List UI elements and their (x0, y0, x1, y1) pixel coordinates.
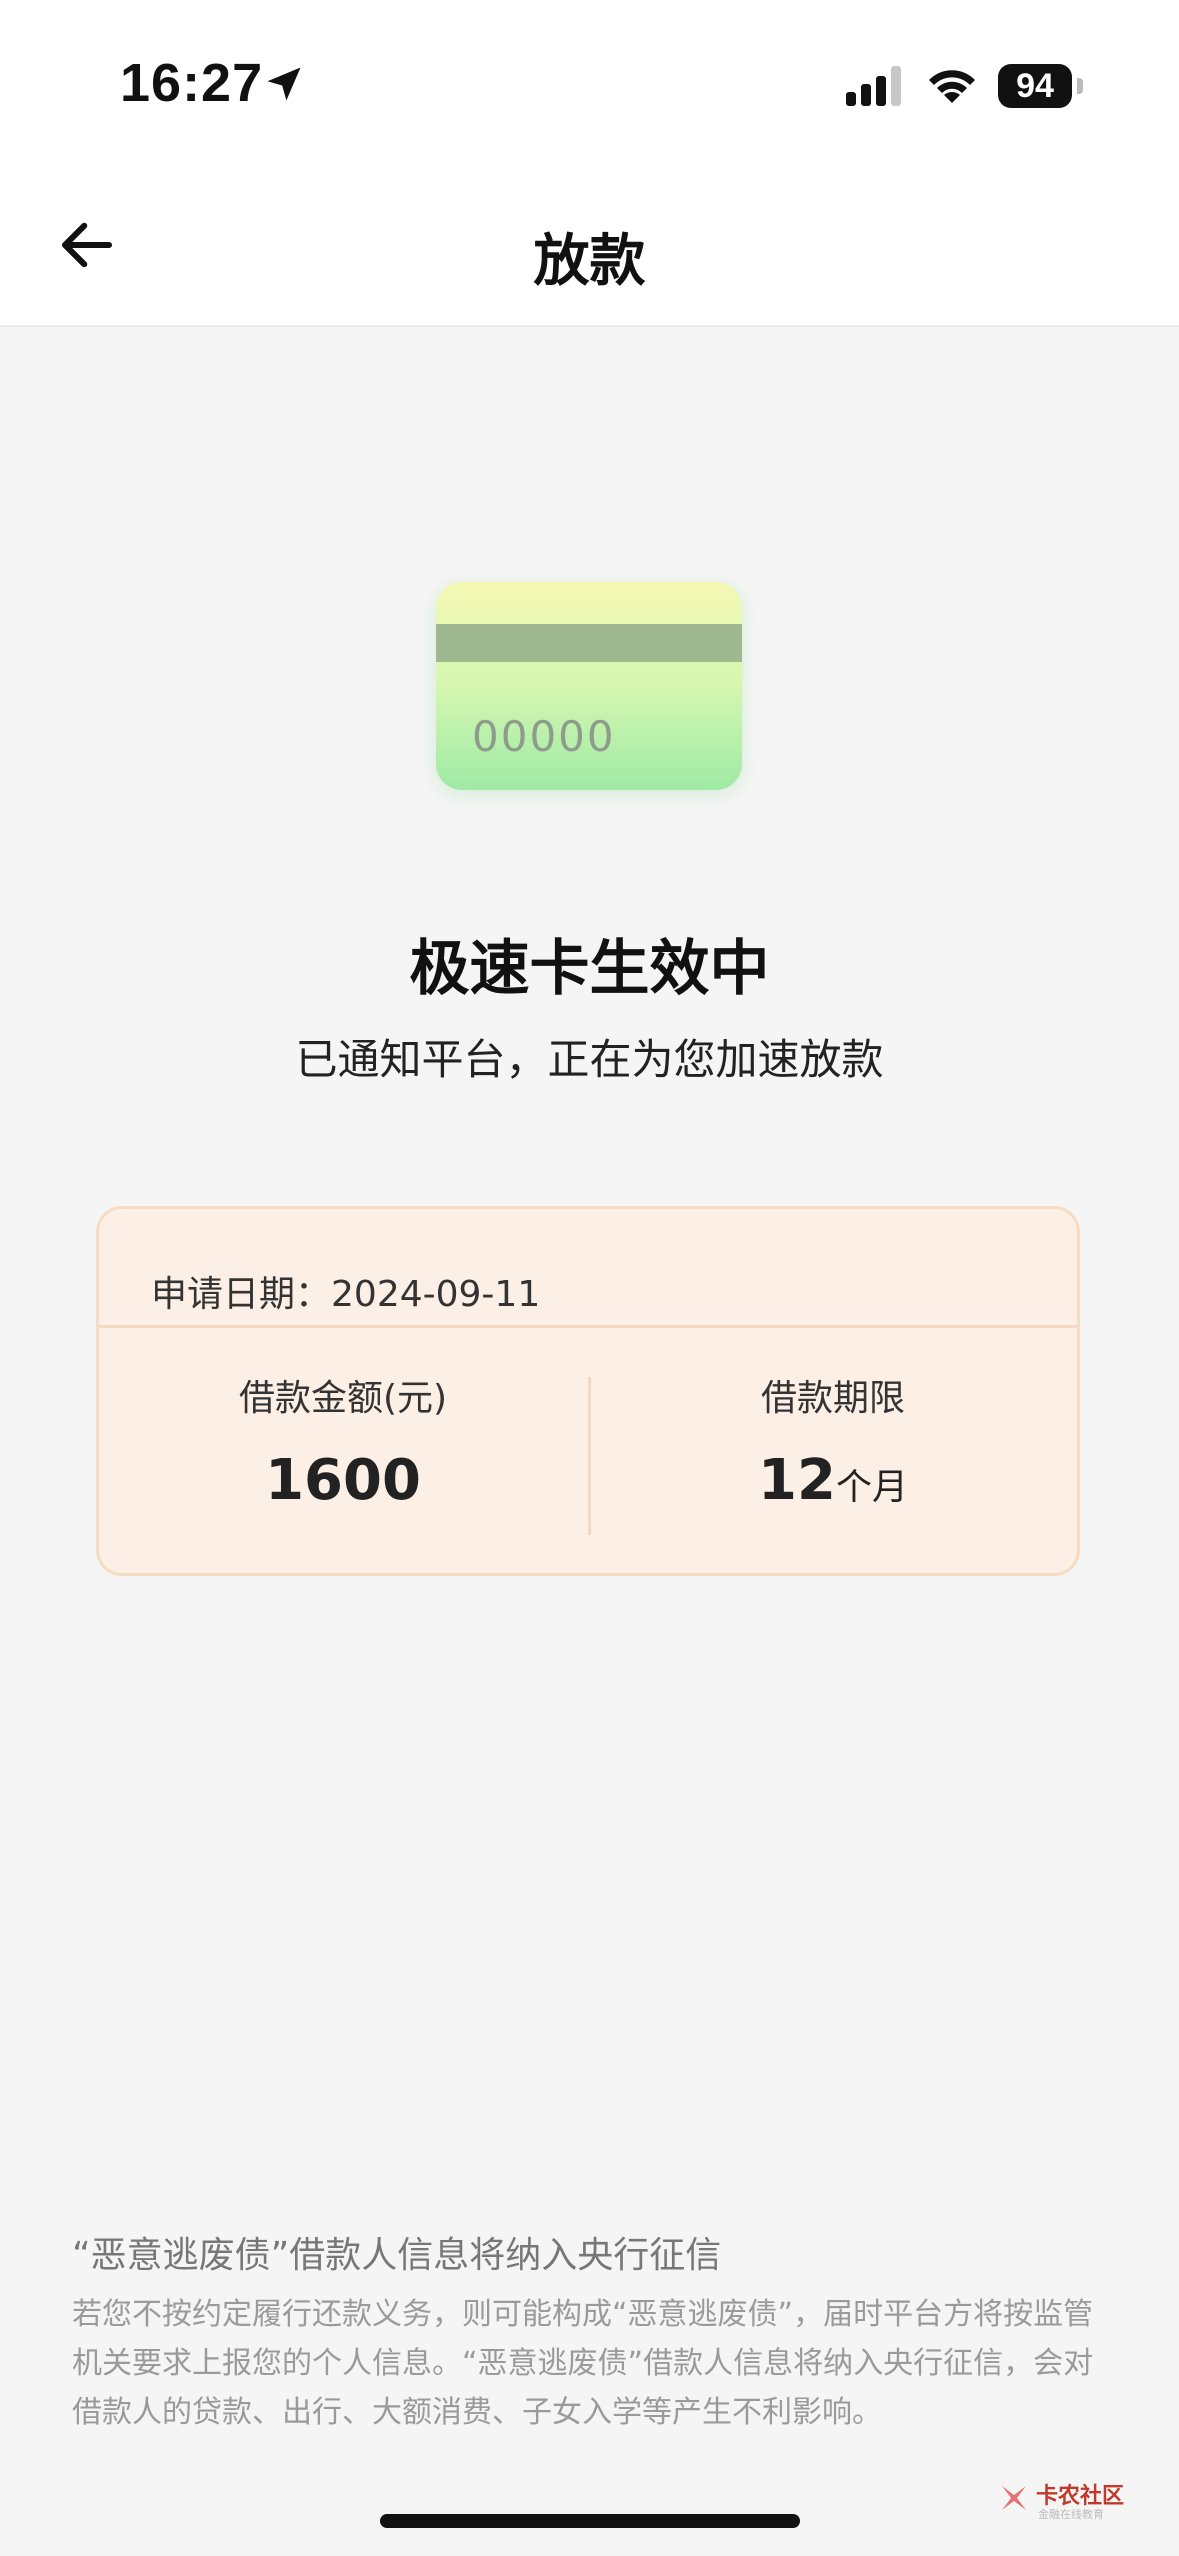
card-illustration: 00000 (436, 582, 742, 790)
loan-term-label: 借款期限 (760, 1378, 905, 1419)
apply-date-value: 2024-09-11 (331, 1274, 541, 1315)
wifi-icon (929, 70, 975, 103)
watermark: 卡农社区 金融在线教育 (996, 2478, 1156, 2528)
card-divider (99, 1325, 1077, 1328)
loan-term-value: 12 (758, 1448, 836, 1513)
apply-date-row: 申请日期：2024-09-11 (151, 1265, 540, 1317)
page-title: 放款 (533, 229, 646, 294)
loan-info-card: 申请日期：2024-09-11 借款金额(元) 1600 借款期限 12个月 (96, 1206, 1080, 1576)
status-heading: 极速卡生效中 (409, 934, 770, 1004)
loan-amount-column: 借款金额(元) 1600 (99, 1369, 587, 1509)
watermark-subtitle: 金融在线教育 (1038, 2508, 1104, 2521)
status-bar: 16:27 94 (0, 0, 1179, 170)
location-arrow-icon (267, 67, 301, 101)
status-time: 16:27 (120, 53, 264, 113)
loan-amount-value: 1600 (265, 1448, 421, 1513)
notice-body: 若您不按约定履行还款义务，则可能构成“恶意逃废债”，届时平台方将按监管机关要求上… (72, 2297, 1094, 2430)
home-indicator[interactable] (380, 2514, 800, 2528)
status-subtitle: 已通知平台，正在为您加速放款 (295, 1035, 884, 1084)
apply-date-label: 申请日期： (151, 1274, 332, 1315)
notice-title: “恶意逃废债”借款人信息将纳入央行征信 (72, 2235, 722, 2276)
cellular-signal-icon (846, 66, 901, 106)
nav-bar: 放款 (0, 170, 1179, 327)
card-magnetic-stripe (436, 624, 742, 662)
loan-term-unit: 个月 (835, 1467, 908, 1508)
loan-term-column: 借款期限 12个月 (589, 1369, 1077, 1509)
card-number: 00000 (472, 712, 616, 761)
watermark-logo-icon (1002, 2486, 1026, 2510)
loan-term-row: 12个月 (589, 1453, 1077, 1509)
battery-icon: 94 (998, 64, 1072, 108)
battery-tip (1077, 78, 1083, 94)
loan-amount-label: 借款金额(元) (238, 1378, 448, 1419)
